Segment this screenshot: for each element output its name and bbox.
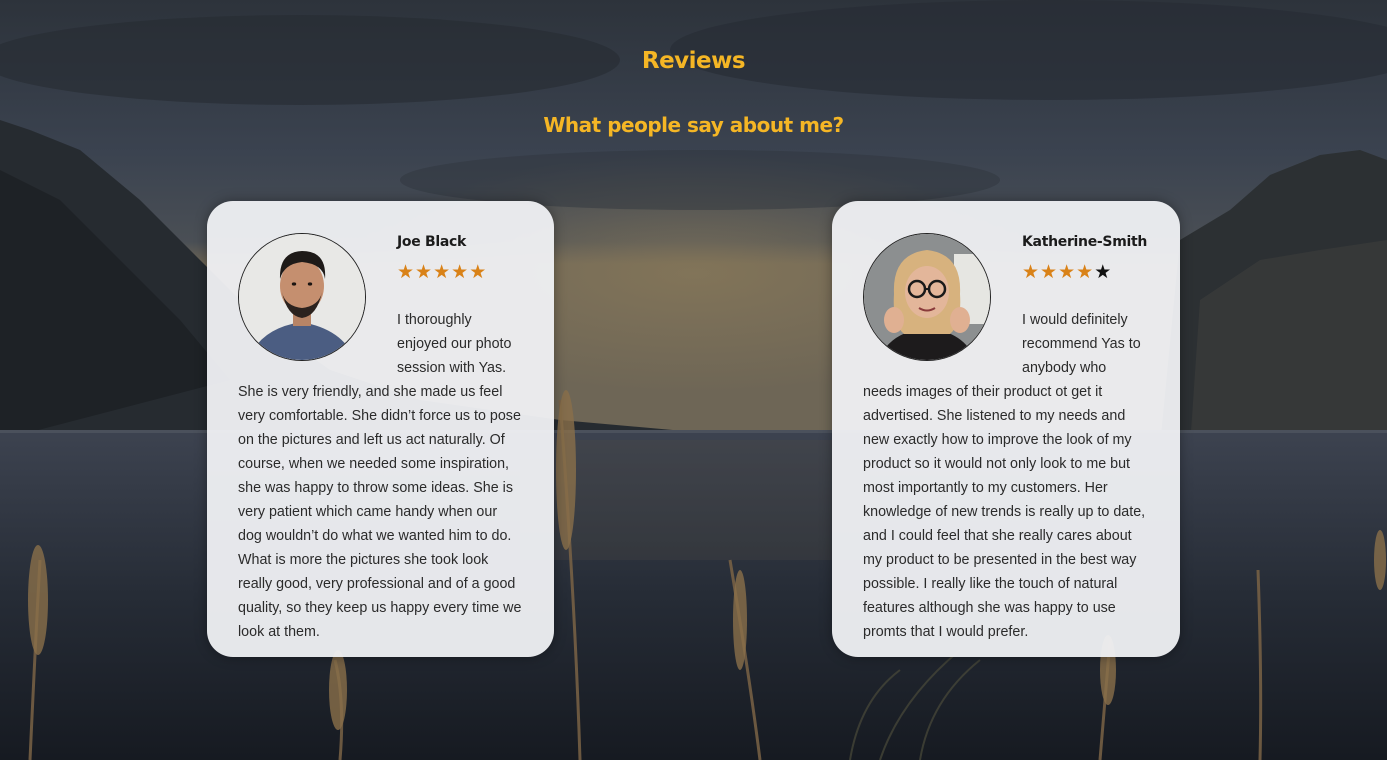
star-filled-icon: ★ (1040, 262, 1059, 283)
star-empty-icon: ★ (1094, 262, 1113, 283)
star-filled-icon: ★ (415, 262, 434, 283)
woman-portrait-image (864, 234, 990, 360)
star-filled-icon: ★ (433, 262, 452, 283)
review-card-katherine-smith: Katherine-Smith ★★★★★ I would definitely… (832, 201, 1180, 657)
star-filled-icon: ★ (1022, 262, 1041, 283)
section-subtitle: What people say about me? (543, 113, 844, 137)
review-text: I thoroughly enjoyed our photo session w… (238, 312, 522, 640)
star-filled-icon: ★ (451, 262, 470, 283)
section-title: Reviews (641, 48, 746, 74)
avatar (863, 233, 991, 361)
star-filled-icon: ★ (469, 262, 488, 283)
star-filled-icon: ★ (1076, 262, 1095, 283)
star-filled-icon: ★ (1058, 262, 1077, 283)
star-filled-icon: ★ (397, 262, 416, 283)
man-portrait-image (239, 234, 365, 360)
review-text: I would definitely recommend Yas to anyb… (863, 312, 1146, 640)
avatar (238, 233, 366, 361)
review-card-joe-black: Joe Black ★★★★★ I thoroughly enjoyed our… (207, 201, 554, 657)
